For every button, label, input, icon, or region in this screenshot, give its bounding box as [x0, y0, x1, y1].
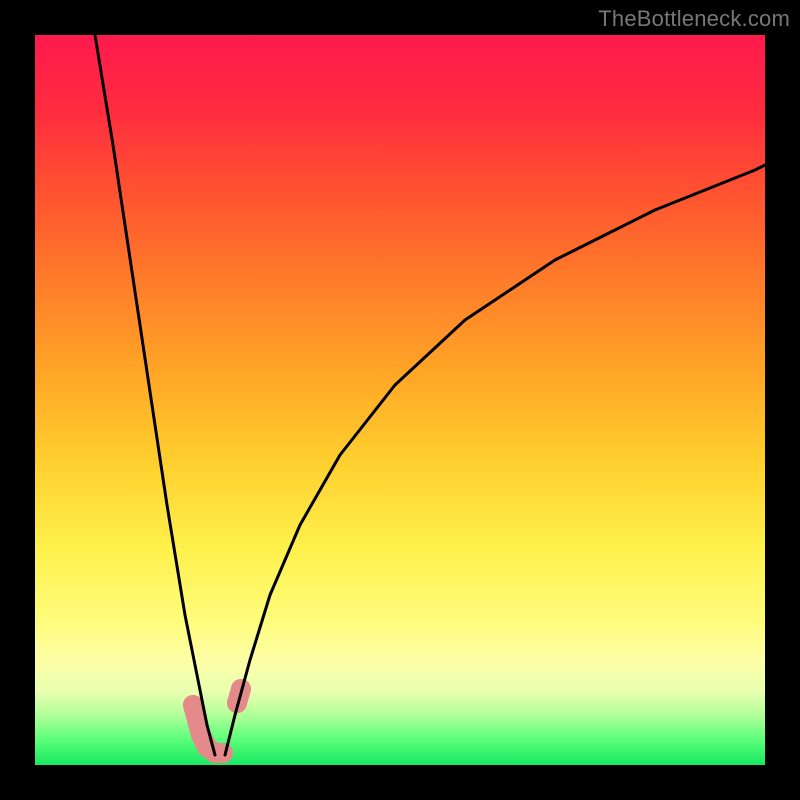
- chart-frame: TheBottleneck.com: [0, 0, 800, 800]
- watermark-text: TheBottleneck.com: [598, 6, 790, 32]
- plot-area: [35, 35, 765, 765]
- series-right-curve: [225, 165, 765, 755]
- series-left-curve: [95, 35, 215, 755]
- curves-svg: [35, 35, 765, 765]
- curve-layer: [95, 35, 765, 755]
